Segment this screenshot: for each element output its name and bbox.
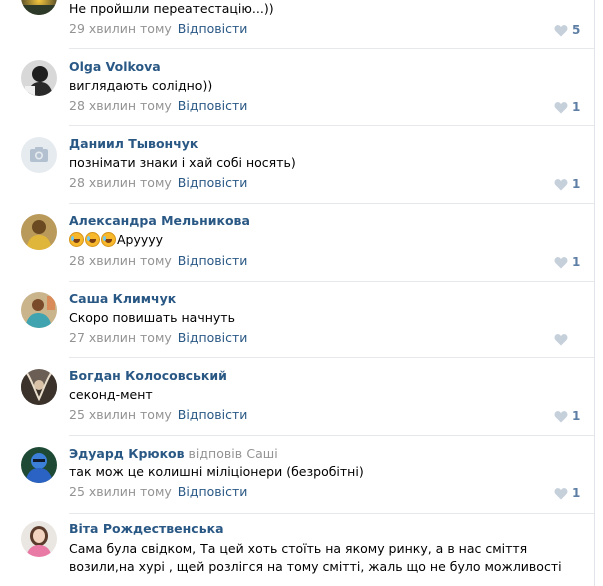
comment: Саша Климчук Скоро повишать начнуть 27 х… [0, 281, 594, 359]
like-count: 1 [572, 486, 581, 500]
reply-button[interactable]: Відповісти [178, 407, 248, 422]
comment-time[interactable]: 28 хвилин тому [69, 175, 172, 190]
heart-icon [554, 24, 568, 36]
comment-meta: 28 хвилин тому Відповісти [69, 98, 247, 113]
comment-time[interactable]: 28 хвилин тому [69, 98, 172, 113]
reply-button[interactable]: Відповісти [178, 330, 248, 345]
comment-time[interactable]: 27 хвилин тому [69, 330, 172, 345]
comments-feed: Не пройшли переатестацію...)) 29 хвилин … [0, 0, 603, 586]
comment-time[interactable]: 25 хвилин тому [69, 484, 172, 499]
like-count: 1 [572, 177, 581, 191]
like-button[interactable]: 1 [554, 485, 586, 501]
like-count: 1 [572, 100, 581, 114]
comment-text: так мож це колишні міліціонери (безробіт… [69, 464, 364, 479]
heart-icon [554, 410, 568, 422]
reply-button[interactable]: Відповісти [178, 98, 248, 113]
like-button[interactable]: 1 [554, 254, 586, 270]
comment-meta: 28 хвилин тому Відповісти [69, 175, 247, 190]
laughing-emoji-icon [85, 232, 100, 247]
heart-icon [554, 101, 568, 113]
author-name[interactable]: Olga Volkova [69, 59, 161, 74]
reply-target-link[interactable]: Саші [246, 446, 277, 461]
avatar[interactable] [21, 521, 57, 557]
author-name[interactable]: Богдан Колосовський [69, 368, 227, 383]
comment: Александра Мельникова Аруууу 28 хвилин т… [0, 203, 594, 282]
laughing-emoji-icon [101, 232, 116, 247]
author-link[interactable]: Эдуард Крюков [69, 446, 185, 461]
reply-button[interactable]: Відповісти [178, 21, 248, 36]
comment-time[interactable]: 28 хвилин тому [69, 253, 172, 268]
like-count: 5 [572, 23, 581, 37]
avatar[interactable] [21, 292, 57, 328]
avatar[interactable] [21, 447, 57, 483]
author-name: Эдуард Крюков відповів Саші [69, 446, 278, 461]
comment: Не пройшли переатестацію...)) 29 хвилин … [0, 0, 594, 50]
comment-meta: 29 хвилин тому Відповісти [69, 21, 247, 36]
heart-icon [554, 256, 568, 268]
like-button[interactable] [554, 331, 586, 347]
camera-icon [30, 147, 48, 162]
author-name[interactable]: Даниил Тывончук [69, 136, 198, 151]
reply-button[interactable]: Відповісти [178, 175, 248, 190]
like-count: 1 [572, 409, 581, 423]
comment-text: познімати знаки і хай собі носять) [69, 155, 296, 170]
avatar-placeholder[interactable] [21, 137, 57, 173]
avatar[interactable] [21, 369, 57, 405]
comment-time[interactable]: 25 хвилин тому [69, 407, 172, 422]
comment-meta: 27 хвилин тому Відповісти [69, 330, 247, 345]
comment-meta: 25 хвилин тому Відповісти [69, 407, 247, 422]
author-name[interactable]: Саша Климчук [69, 291, 176, 306]
comment: Богдан Колосовський секонд-мент 25 хвили… [0, 358, 594, 436]
comment: Эдуард Крюков відповів Саші так мож це ко… [0, 436, 594, 514]
comment-text-line: возили,на хурі , щей розлігся на тому см… [69, 559, 562, 574]
reply-prefix: відповів [188, 446, 243, 461]
heart-icon [554, 333, 568, 345]
avatar[interactable] [21, 0, 57, 15]
reply-button[interactable]: Відповісти [178, 484, 248, 499]
laughing-emoji-icon [69, 232, 84, 247]
heart-icon [554, 487, 568, 499]
comment-meta: 28 хвилин тому Відповісти [69, 253, 247, 268]
comment: Даниил Тывончук познімати знаки і хай со… [0, 126, 594, 204]
comment-text-line: Сама була свідком, Та цей хоть стоїть на… [69, 541, 528, 556]
content-border [594, 0, 595, 586]
comment-text-body: Аруууу [117, 232, 164, 247]
avatar[interactable] [21, 60, 57, 96]
author-name[interactable]: Віта Рождественська [69, 521, 224, 536]
reply-button[interactable]: Відповісти [178, 253, 248, 268]
like-count: 1 [572, 255, 581, 269]
like-button[interactable]: 1 [554, 99, 586, 115]
like-button[interactable]: 1 [554, 408, 586, 424]
comment-text: Аруууу [69, 232, 163, 247]
comment-time[interactable]: 29 хвилин тому [69, 21, 172, 36]
comment-text: Скоро повишать начнуть [69, 310, 235, 325]
comment: Віта Рождественська Сама була свідком, Т… [0, 514, 594, 586]
heart-icon [554, 178, 568, 190]
comment-text: виглядають солідно)) [69, 78, 213, 93]
like-button[interactable]: 1 [554, 176, 586, 192]
author-name[interactable]: Александра Мельникова [69, 213, 250, 228]
comment-text: секонд-мент [69, 387, 153, 402]
like-button[interactable]: 5 [554, 22, 586, 38]
comment-text: Не пройшли переатестацію...)) [69, 1, 274, 16]
comment-text: Сама була свідком, Та цей хоть стоїть на… [69, 540, 569, 576]
avatar[interactable] [21, 214, 57, 250]
comment-meta: 25 хвилин тому Відповісти [69, 484, 247, 499]
comment: Olga Volkova виглядають солідно)) 28 хви… [0, 49, 594, 127]
